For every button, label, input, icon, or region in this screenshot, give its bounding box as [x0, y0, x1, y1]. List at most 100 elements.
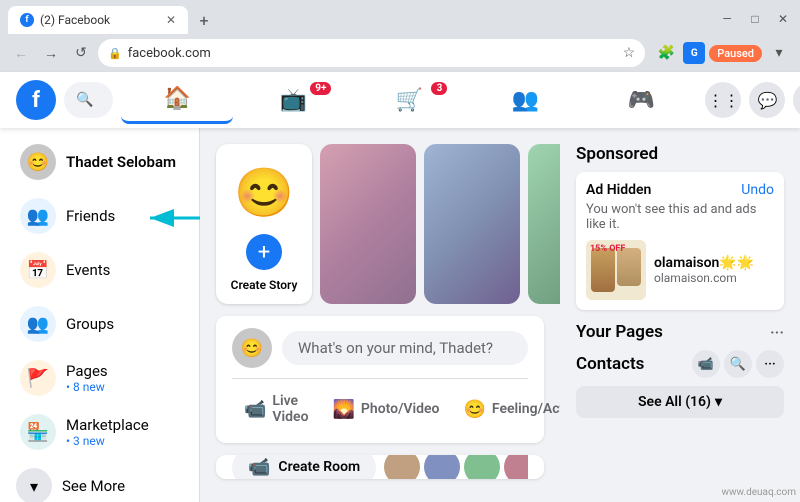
your-pages-more-button[interactable]: ··· — [770, 323, 784, 342]
contacts-video-button[interactable]: 📹 — [692, 350, 720, 378]
facebook-logo[interactable]: f — [16, 80, 56, 120]
back-button[interactable]: ← — [8, 40, 34, 66]
groups-icon: 👥 — [20, 306, 56, 342]
post-composer: 😊 What's on your mind, Thadet? 📹 Live Vi… — [216, 316, 544, 443]
post-placeholder-input[interactable]: What's on your mind, Thadet? — [282, 331, 528, 365]
ad-box: Ad Hidden Undo You won't see this ad and… — [576, 172, 784, 310]
live-video-button[interactable]: 📹 Live Video — [232, 387, 320, 431]
user-avatar: 😊 — [20, 144, 56, 180]
feeling-label: Feeling/Activity — [492, 401, 560, 417]
see-all-contacts-button[interactable]: See All (16) ▾ — [576, 386, 784, 418]
contacts-header-label: Contacts — [576, 354, 644, 374]
tab-favicon: f — [20, 13, 34, 27]
sidebar-item-groups[interactable]: 👥 Groups — [4, 298, 195, 350]
feeling-button[interactable]: 😊 Feeling/Activity — [451, 393, 560, 426]
friends-icon: 👥 — [20, 198, 56, 234]
story-add-button[interactable]: + — [246, 234, 282, 270]
story-1[interactable] — [320, 144, 416, 304]
search-box[interactable]: 🔍 — [64, 82, 113, 118]
home-icon: 🏠 — [164, 86, 191, 111]
lock-icon: 🔒 — [108, 47, 122, 60]
nav-marketplace[interactable]: 🛒 3 — [353, 76, 465, 124]
forward-button[interactable]: → — [38, 40, 64, 66]
nav-home[interactable]: 🏠 — [121, 76, 233, 124]
search-icon: 🔍 — [76, 92, 93, 108]
create-room-button[interactable]: 📹 Create Room — [232, 455, 376, 479]
ad-undo-button[interactable]: Undo — [741, 182, 774, 198]
see-more-icon: ▾ — [16, 468, 52, 502]
refresh-button[interactable]: ↺ — [68, 40, 94, 66]
nav-people[interactable]: 👥 — [469, 76, 581, 124]
see-all-label: See All (16) — [638, 394, 711, 410]
see-all-chevron: ▾ — [715, 394, 722, 410]
video-icon: 📺 — [280, 88, 307, 113]
sidebar-profile-link[interactable]: 😊 Thadet Selobam — [4, 136, 195, 188]
tab-close-btn[interactable]: ✕ — [166, 13, 176, 27]
ad-domain: olamaison.com — [654, 271, 774, 285]
see-more-button[interactable]: ▾ See More — [0, 460, 199, 502]
post-divider — [232, 378, 528, 379]
post-user-avatar: 😊 — [232, 328, 272, 368]
ad-description: You won't see this ad and ads like it. — [586, 202, 774, 232]
close-button[interactable]: ✕ — [770, 6, 796, 32]
contacts-more-button[interactable]: ··· — [756, 350, 784, 378]
story-3[interactable] — [528, 144, 560, 304]
url-text: facebook.com — [128, 46, 617, 61]
bookmark-icon[interactable]: ☆ — [623, 45, 636, 61]
profile-chevron[interactable]: ▾ — [766, 40, 792, 66]
nav-video[interactable]: 📺 9+ — [237, 76, 349, 124]
events-icon: 📅 — [20, 252, 56, 288]
sidebar-item-friends[interactable]: 👥 Friends — [4, 190, 195, 242]
pages-label: Pages — [66, 362, 108, 380]
new-tab-button[interactable]: + — [192, 8, 216, 32]
marketplace-icon: 🏪 — [20, 414, 56, 450]
story-2-bg — [424, 144, 520, 304]
photo-video-button[interactable]: 🌄 Photo/Video — [320, 393, 451, 426]
left-sidebar: 😊 Thadet Selobam 👥 Friends 📅 Events 👥 Gr… — [0, 128, 200, 502]
extension-g-icon[interactable]: G — [683, 42, 705, 64]
post-input-row: 😊 What's on your mind, Thadet? — [232, 328, 528, 368]
ad-discount-badge: 15% OFF — [590, 244, 625, 254]
contact-avatar-3 — [464, 455, 500, 479]
sidebar-item-pages[interactable]: 🚩 Pages • 8 new — [4, 352, 195, 404]
gaming-icon: 🎮 — [628, 88, 655, 113]
pages-label-group: Pages • 8 new — [66, 362, 108, 394]
paused-badge: Paused — [709, 45, 762, 62]
news-feed: 😊 + Create Story › 😊 — [200, 128, 560, 502]
stories-row: 😊 + Create Story › — [216, 144, 544, 304]
pages-sublabel: • 8 new — [66, 380, 108, 394]
messenger-button[interactable]: 💬 — [749, 82, 785, 118]
nav-gaming[interactable]: 🎮 — [585, 76, 697, 124]
photo-icon: 🌄 — [332, 399, 354, 420]
story-emoji: 😊 — [234, 164, 294, 221]
shop-icon: 🛒 — [396, 88, 423, 113]
sidebar-item-events[interactable]: 📅 Events — [4, 244, 195, 296]
ad-product-info: 15% OFF olamaison🌟🌟 olamaison.com — [586, 240, 774, 300]
grid-menu-button[interactable]: ⋮⋮ — [705, 82, 741, 118]
right-sidebar: Sponsored Ad Hidden Undo You won't see t… — [560, 128, 800, 502]
live-label: Live Video — [272, 393, 308, 425]
sidebar-item-marketplace[interactable]: 🏪 Marketplace • 3 new — [4, 406, 195, 458]
story-2[interactable] — [424, 144, 520, 304]
create-story-card[interactable]: 😊 + Create Story — [216, 144, 312, 304]
feeling-icon: 😊 — [463, 399, 485, 420]
main-navigation: 🏠 📺 9+ 🛒 3 👥 🎮 — [121, 76, 697, 124]
browser-tab[interactable]: f (2) Facebook ✕ — [8, 6, 188, 34]
marketplace-label: Marketplace — [66, 416, 149, 434]
tab-title: (2) Facebook — [40, 13, 160, 27]
ad-product-figures — [591, 248, 641, 292]
address-bar[interactable]: 🔒 facebook.com ☆ — [98, 39, 645, 67]
minimize-button[interactable]: — — [714, 6, 740, 32]
extensions-button[interactable]: 🧩 — [653, 40, 679, 66]
post-actions-row: 📹 Live Video 🌄 Photo/Video 😊 Feeling/Act… — [232, 387, 528, 431]
messenger-icon: 💬 — [757, 91, 777, 110]
pages-icon: 🚩 — [20, 360, 56, 396]
contacts-search-button[interactable]: 🔍 — [724, 350, 752, 378]
contacts-actions: 📹 🔍 ··· — [692, 350, 784, 378]
maximize-button[interactable]: □ — [742, 6, 768, 32]
ad-brand-info: olamaison🌟🌟 olamaison.com — [654, 255, 774, 285]
ad-brand-name: olamaison🌟🌟 — [654, 255, 774, 271]
notifications-button[interactable]: 🔔 2 — [793, 82, 800, 118]
people-icon: 👥 — [512, 88, 539, 113]
your-pages-header: Your Pages — [576, 322, 663, 342]
